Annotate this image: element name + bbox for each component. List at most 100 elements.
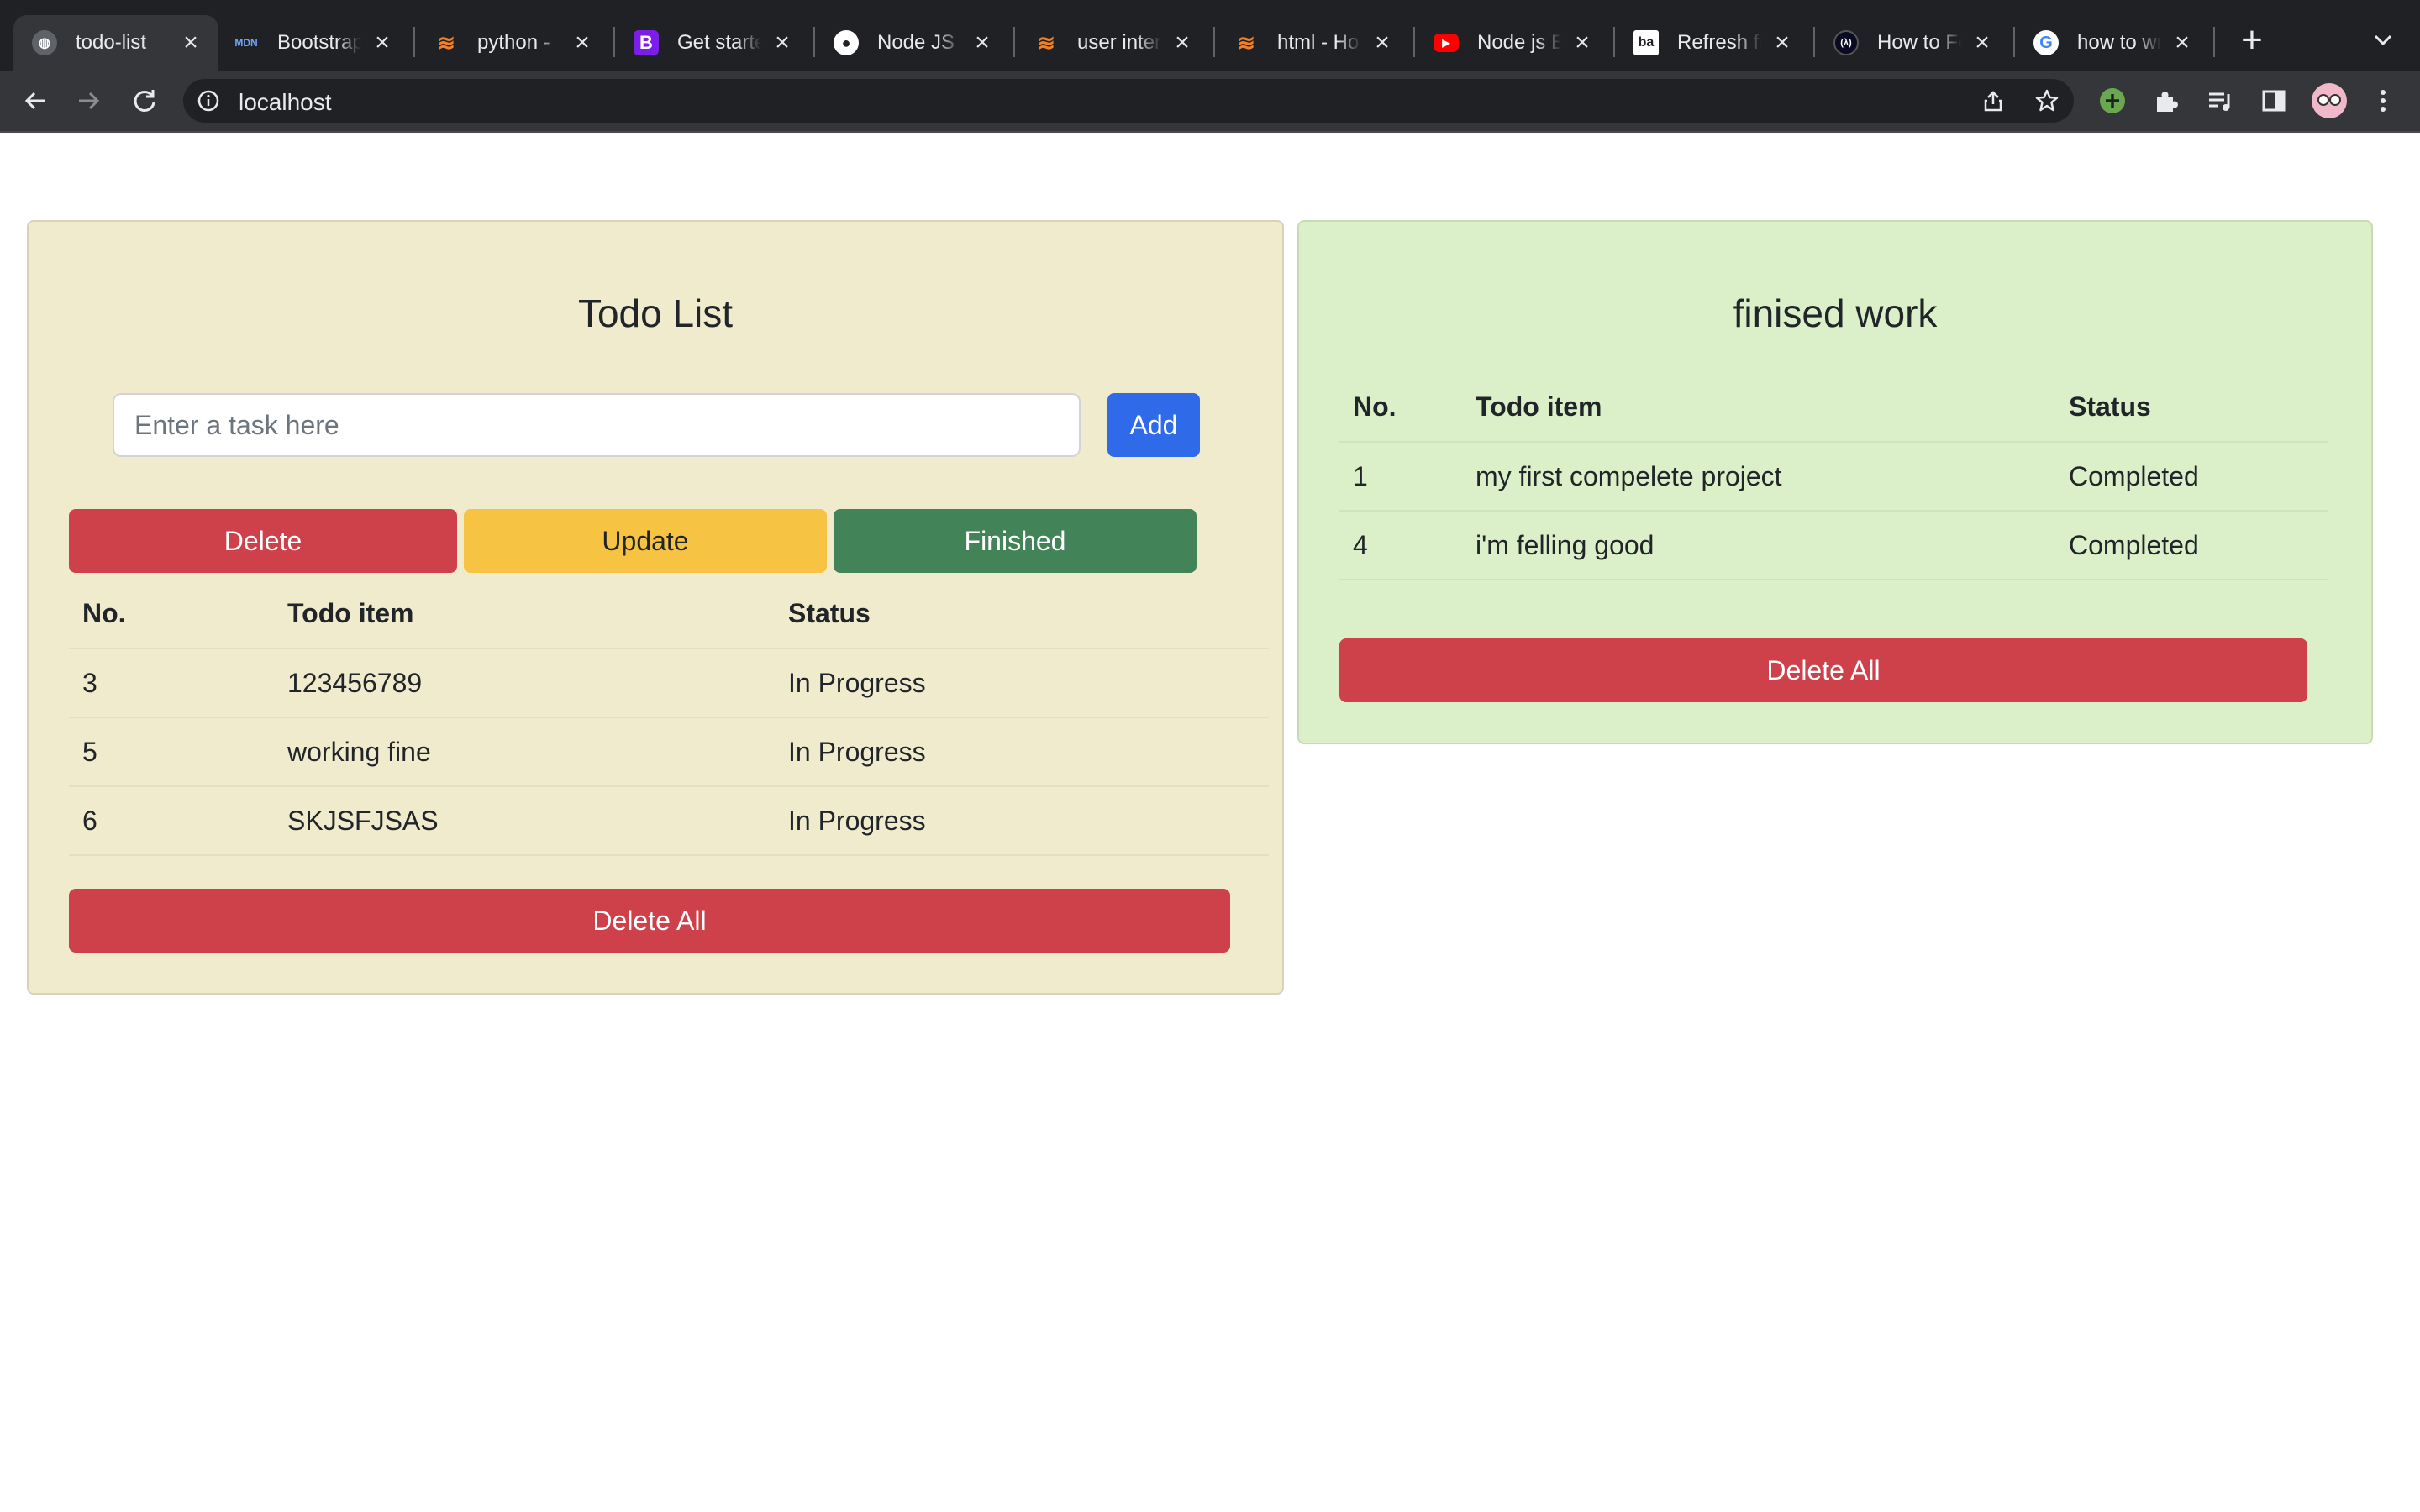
address-text: localhost <box>239 89 332 115</box>
todo-table: No. Todo item Status 3 123456789 In Prog… <box>69 580 1269 856</box>
tab-title: Refresh fr <box>1677 31 1761 54</box>
row-item: working fine <box>274 717 775 787</box>
task-input[interactable] <box>113 393 1081 457</box>
extensions-button[interactable] <box>2151 86 2181 116</box>
reload-button[interactable] <box>126 82 163 119</box>
close-icon[interactable]: × <box>1170 29 1195 56</box>
finished-table: No. Todo item Status 1 my first compelet… <box>1339 373 2328 580</box>
new-tab-button[interactable]: + <box>2235 22 2269 59</box>
tab-title: Node js E <box>1477 31 1561 54</box>
tab-python[interactable]: ≋ python - × <box>415 15 610 71</box>
finished-button[interactable]: Finished <box>834 509 1197 573</box>
stackoverflow-icon: ≋ <box>1237 29 1255 55</box>
row-item: SKJSFJSAS <box>274 786 775 856</box>
github-icon: ● <box>834 30 859 55</box>
table-row[interactable]: 3 123456789 In Progress <box>69 648 1269 718</box>
row-item: i'm felling good <box>1462 511 2055 580</box>
row-number: 4 <box>1339 511 1462 580</box>
row-number: 6 <box>69 786 274 856</box>
extension-green-button[interactable] <box>2097 86 2128 116</box>
close-icon[interactable]: × <box>1970 29 1995 56</box>
globe-icon: ◍ <box>32 30 57 55</box>
tab-html-how[interactable]: ≋ html - Ho × <box>1215 15 1410 71</box>
row-status: In Progress <box>775 648 1269 718</box>
table-row[interactable]: 5 working fine In Progress <box>69 717 1269 787</box>
tab-how-to-fo[interactable]: (λ) How to Fo × <box>1815 15 2010 71</box>
column-header-no: No. <box>1339 373 1462 443</box>
delete-button[interactable]: Delete <box>69 509 457 573</box>
row-number: 1 <box>1339 442 1462 512</box>
tab-user-interface[interactable]: ≋ user inter × <box>1015 15 1210 71</box>
tab-search-button[interactable] <box>2368 25 2398 55</box>
media-control-button[interactable] <box>2205 86 2235 116</box>
row-number: 5 <box>69 717 274 787</box>
side-panel-icon <box>2262 90 2286 112</box>
freecodecamp-icon: (λ) <box>1833 30 1859 55</box>
baeldung-icon: ba <box>1634 30 1659 55</box>
table-row[interactable]: 6 SKJSFJSAS In Progress <box>69 786 1269 856</box>
google-icon: G <box>2033 30 2059 55</box>
tab-title: Node JS a <box>877 31 961 54</box>
column-header-no: No. <box>69 580 274 649</box>
address-bar[interactable]: localhost <box>183 79 2074 123</box>
toolbar-divider <box>0 131 2420 133</box>
reload-icon <box>134 90 155 112</box>
tab-bootstrap[interactable]: MDN Bootstrap × <box>215 15 410 71</box>
browser-toolbar: localhost <box>0 71 2420 131</box>
tab-node-js-e[interactable]: ▶ Node js E × <box>1415 15 1610 71</box>
profile-button[interactable] <box>2311 82 2348 119</box>
tab-get-started[interactable]: B Get starte × <box>615 15 810 71</box>
row-status: In Progress <box>775 717 1269 787</box>
close-icon[interactable]: × <box>970 29 995 56</box>
playlist-icon <box>2209 92 2230 111</box>
finished-work-card: finised work No. Todo item Status 1 my f… <box>1297 220 2373 744</box>
tab-todo-list[interactable]: ◍ todo-list × <box>13 15 218 71</box>
tab-title: python - <box>477 31 550 54</box>
close-icon[interactable]: × <box>1570 29 1595 56</box>
row-item: my first compelete project <box>1462 442 2055 512</box>
side-panel-button[interactable] <box>2259 86 2289 116</box>
finished-work-title: finised work <box>1733 291 1938 335</box>
column-header-status: Status <box>775 580 1269 649</box>
table-row[interactable]: 4 i'm felling good Completed <box>1339 511 2328 580</box>
delete-all-todo-button[interactable]: Delete All <box>69 889 1230 953</box>
forward-button[interactable] <box>71 82 108 119</box>
close-icon[interactable]: × <box>370 29 395 56</box>
column-header-todo-item: Todo item <box>1462 373 2055 443</box>
table-header-row: No. Todo item Status <box>69 580 1269 649</box>
close-icon[interactable]: × <box>2170 29 2195 56</box>
bookmark-star-icon[interactable] <box>2033 87 2060 114</box>
tab-how-to-wr[interactable]: G how to wr × <box>2015 15 2210 71</box>
row-status: Completed <box>2055 511 2328 580</box>
tab-title: how to wr <box>2077 31 2161 54</box>
back-arrow-icon <box>24 92 45 110</box>
row-status: In Progress <box>775 786 1269 856</box>
close-icon[interactable]: × <box>1370 29 1395 56</box>
kebab-menu-icon <box>2381 90 2386 112</box>
column-header-status: Status <box>2055 373 2328 443</box>
tab-title: html - Ho <box>1277 31 1360 54</box>
close-icon[interactable]: × <box>1770 29 1795 56</box>
tab-refresh[interactable]: ba Refresh fr × <box>1615 15 1810 71</box>
table-header-row: No. Todo item Status <box>1339 373 2328 443</box>
tab-title: todo-list <box>76 31 147 54</box>
info-icon[interactable] <box>197 89 220 113</box>
tab-strip: ◍ todo-list × MDN Bootstrap × ≋ python -… <box>0 0 2420 71</box>
todo-list-card: Todo List Add Delete Update Finished No.… <box>27 220 1284 995</box>
add-button[interactable]: Add <box>1107 393 1200 457</box>
chrome-menu-button[interactable] <box>2368 86 2398 116</box>
row-item: 123456789 <box>274 648 775 718</box>
close-icon[interactable]: × <box>178 29 203 56</box>
stackoverflow-icon: ≋ <box>437 29 455 55</box>
delete-all-finished-button[interactable]: Delete All <box>1339 638 2307 702</box>
bootstrap-icon: B <box>634 30 659 55</box>
close-icon[interactable]: × <box>770 29 795 56</box>
tab-title: Get starte <box>677 31 761 54</box>
share-icon[interactable] <box>1980 87 2007 114</box>
table-row[interactable]: 1 my first compelete project Completed <box>1339 442 2328 512</box>
tab-node-js[interactable]: ● Node JS a × <box>815 15 1010 71</box>
back-button[interactable] <box>17 82 54 119</box>
update-button[interactable]: Update <box>464 509 827 573</box>
mdn-icon: MDN <box>234 37 258 49</box>
close-icon[interactable]: × <box>570 29 595 56</box>
